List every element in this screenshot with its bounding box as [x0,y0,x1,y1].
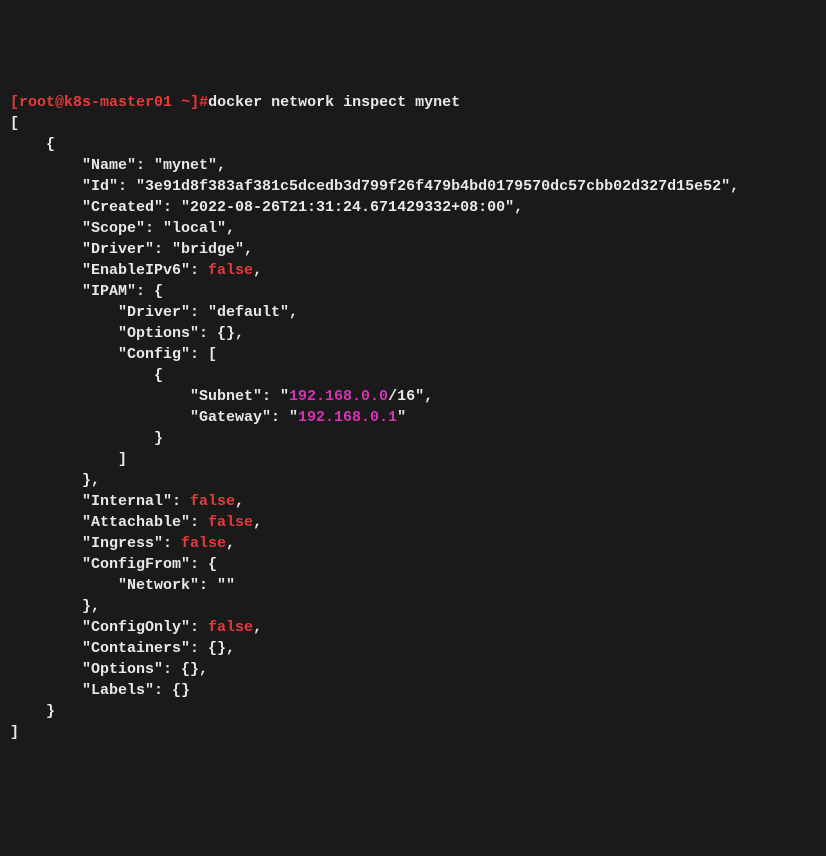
prompt-open-bracket: [ [10,94,19,111]
json-line-part: "Subnet": " [10,388,289,405]
json-line: "Created": "2022-08-26T21:31:24.67142933… [10,199,523,216]
prompt-tilde: ~ [181,94,190,111]
json-line: }, [10,472,100,489]
json-line: }, [10,598,100,615]
json-line: "Options": {}, [10,325,244,342]
json-line: "Driver": "default", [10,304,298,321]
json-line: "Network": "" [10,577,235,594]
json-line: "Scope": "local", [10,220,235,237]
json-false: false [181,535,226,552]
json-line: { [10,136,55,153]
json-line-part: "Gateway": " [10,409,298,426]
json-line-part: , [253,514,262,531]
command-text: docker network inspect mynet [208,94,460,111]
json-line: "Containers": {}, [10,640,235,657]
json-false: false [208,514,253,531]
json-line: ] [10,724,19,741]
json-line: [ [10,115,19,132]
json-line: "Config": [ [10,346,217,363]
json-line-part: , [253,262,262,279]
json-line-part: "Attachable": [10,514,208,531]
prompt-user-host: root@k8s-master01 [19,94,172,111]
json-line: "IPAM": { [10,283,163,300]
json-line: "ConfigFrom": { [10,556,217,573]
json-line: ] [10,451,127,468]
json-line-part: , [253,619,262,636]
json-line-part: "Ingress": [10,535,181,552]
json-false: false [190,493,235,510]
json-line: "Driver": "bridge", [10,241,253,258]
prompt-space [172,94,181,111]
json-line: "Labels": {} [10,682,190,699]
prompt-close: ]# [190,94,208,111]
json-false: false [208,262,253,279]
json-false: false [208,619,253,636]
subnet-ip: 192.168.0.0 [289,388,388,405]
json-line: } [10,430,163,447]
json-line: "Options": {}, [10,661,208,678]
terminal-output: [root@k8s-master01 ~]#docker network ins… [10,92,816,743]
json-line-part: "Internal": [10,493,190,510]
json-line-part: "EnableIPv6": [10,262,208,279]
json-line: "Name": "mynet", [10,157,226,174]
json-line-part: /16", [388,388,433,405]
json-line-part: "ConfigOnly": [10,619,208,636]
gateway-ip: 192.168.0.1 [298,409,397,426]
json-line: "Id": "3e91d8f383af381c5dcedb3d799f26f47… [10,178,739,195]
json-line-part: , [226,535,235,552]
json-line-part: , [235,493,244,510]
json-line-part: " [397,409,406,426]
json-line: } [10,703,55,720]
json-line: { [10,367,163,384]
